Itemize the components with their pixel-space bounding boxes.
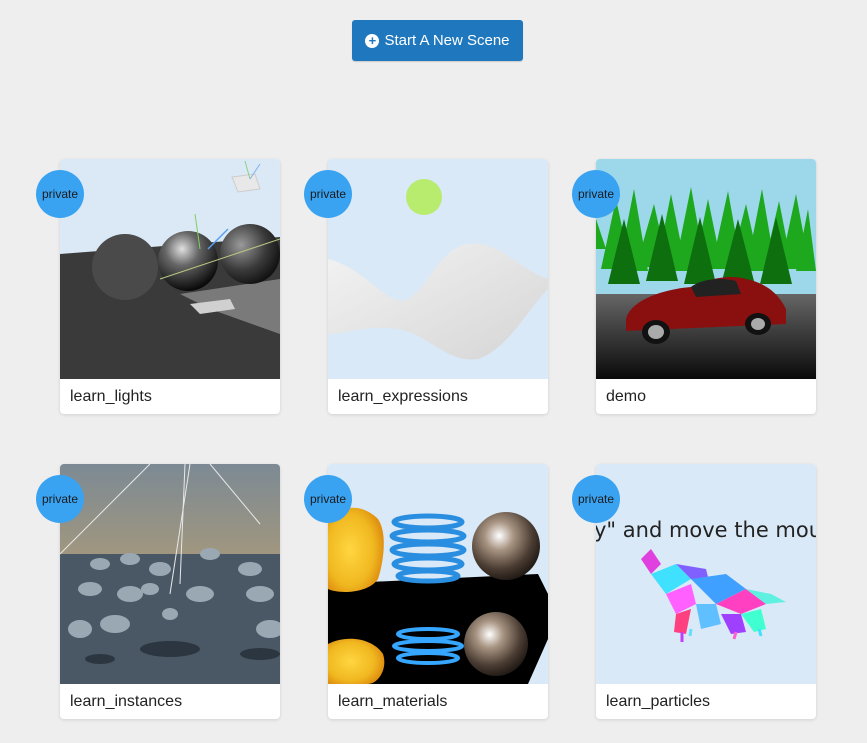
thumbnail-caption: y" and move the mouse bbox=[596, 518, 816, 542]
scene-card-learn-instances[interactable]: learn_instances bbox=[60, 464, 280, 719]
scene-card-learn-particles[interactable]: y" and move the mouse learn_particles bbox=[596, 464, 816, 719]
plus-circle-icon: + bbox=[365, 33, 380, 48]
scene-name: learn_materials bbox=[338, 693, 448, 710]
scene-name: learn_lights bbox=[70, 388, 152, 405]
scene-thumbnail bbox=[60, 464, 280, 684]
private-badge: private bbox=[304, 475, 352, 523]
scene-thumbnail bbox=[328, 159, 548, 379]
scene-thumbnail bbox=[328, 464, 548, 684]
scene-card-learn-materials[interactable]: learn_materials bbox=[328, 464, 548, 719]
scene-thumbnail bbox=[60, 159, 280, 379]
scene-name: learn_particles bbox=[606, 693, 711, 710]
scene-name: learn_expressions bbox=[338, 388, 468, 405]
private-badge: private bbox=[36, 475, 84, 523]
scene-card-learn-expressions[interactable]: learn_expressions bbox=[328, 159, 548, 414]
start-new-scene-label: Start A New Scene bbox=[384, 32, 510, 49]
private-badge: private bbox=[36, 170, 84, 218]
private-badge: private bbox=[572, 475, 620, 523]
private-badge: private bbox=[304, 170, 352, 218]
scene-name: demo bbox=[606, 388, 647, 405]
scene-name: learn_instances bbox=[70, 693, 183, 710]
private-badge: private bbox=[572, 170, 620, 218]
scene-card-demo[interactable]: demo bbox=[596, 159, 816, 414]
scene-thumbnail: y" and move the mouse bbox=[596, 464, 816, 684]
scene-thumbnail bbox=[596, 159, 816, 379]
scene-card-learn-lights[interactable]: learn_lights bbox=[60, 159, 280, 414]
start-new-scene-button[interactable]: + Start A New Scene bbox=[352, 20, 523, 61]
